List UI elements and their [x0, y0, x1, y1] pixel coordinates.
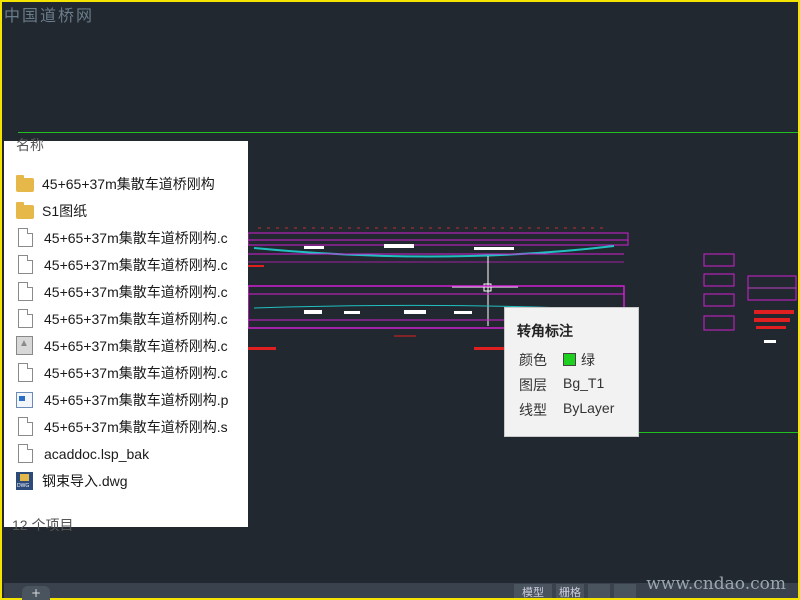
selection-line-top [18, 132, 798, 133]
document-icon [18, 309, 33, 328]
file-list: 45+65+37m集散车道桥刚构 S1图纸 45+65+37m集散车道桥刚构.c… [4, 170, 248, 494]
document-icon [18, 228, 33, 247]
list-item[interactable]: 45+65+37m集散车道桥刚构.c [4, 305, 248, 332]
list-item[interactable]: 45+65+37m集散车道桥刚构.s [4, 413, 248, 440]
list-item[interactable]: 45+65+37m集散车道桥刚构.c [4, 332, 248, 359]
grid-toggle-button[interactable]: 栅格 [556, 584, 584, 599]
list-item[interactable]: 45+65+37m集散车道桥刚构 [4, 170, 248, 197]
file-name: acaddoc.lsp_bak [44, 445, 150, 462]
add-layout-tab-button[interactable]: + [22, 586, 50, 600]
list-item[interactable]: 45+65+37m集散车道桥刚构.p [4, 386, 248, 413]
item-count: 12 个项目 [12, 517, 74, 533]
file-name: 45+65+37m集散车道桥刚构.c [44, 229, 228, 246]
document-icon [18, 363, 33, 382]
watermark-bottom: www.cndao.com [646, 574, 786, 594]
window-file-icon [16, 391, 33, 408]
list-item[interactable]: 45+65+37m集散车道桥刚构.c [4, 359, 248, 386]
color-swatch-icon [563, 353, 576, 366]
tooltip-title: 转角标注 [517, 323, 573, 339]
file-name: 45+65+37m集散车道桥刚构 [42, 175, 215, 192]
selection-line-bottom [638, 432, 798, 433]
tooltip-key: 颜色 [519, 352, 547, 368]
model-space-button[interactable]: 模型 [514, 584, 552, 599]
file-name: 45+65+37m集散车道桥刚构.c [44, 283, 228, 300]
folder-icon [16, 201, 34, 219]
bridge-elevation-drawing [247, 227, 629, 267]
tooltip-value: 绿 [581, 352, 595, 368]
list-item[interactable]: 45+65+37m集散车道桥刚构.c [4, 251, 248, 278]
file-name: 钢束导入.dwg [42, 472, 128, 489]
dwg-file-icon [16, 471, 33, 490]
name-column-header[interactable]: 名称 [16, 135, 44, 155]
tooltip-row-color: 颜色 绿 [519, 350, 595, 370]
file-name: 45+65+37m集散车道桥刚构.c [44, 364, 228, 381]
file-name: S1图纸 [42, 202, 88, 219]
document-icon [18, 444, 33, 463]
document-icon [18, 417, 33, 436]
document-icon [18, 255, 33, 274]
dimension-tooltip: 转角标注 颜色 绿 图层 Bg_T1 线型 ByLayer [504, 307, 639, 437]
snap-toggle-icon[interactable] [588, 584, 610, 598]
list-item[interactable]: 45+65+37m集散车道桥刚构.c [4, 278, 248, 305]
tooltip-value: Bg_T1 [563, 375, 605, 391]
file-name: 45+65+37m集散车道桥刚构.p [44, 391, 229, 408]
file-name: 45+65+37m集散车道桥刚构.c [44, 337, 228, 354]
tooltip-key: 图层 [519, 377, 547, 393]
watermark-top: 中国道桥网 [4, 6, 95, 25]
document-icon [18, 282, 33, 301]
file-explorer-panel: 名称 45+65+37m集散车道桥刚构 S1图纸 45+65+37m集散车道桥刚… [4, 137, 248, 533]
tooltip-value: ByLayer [563, 400, 615, 416]
list-item[interactable]: 45+65+37m集散车道桥刚构.c [4, 224, 248, 251]
tooltip-row-linetype: 线型 ByLayer [519, 400, 614, 420]
folder-icon [16, 174, 34, 192]
section-detail-drawings [703, 253, 797, 343]
tooltip-key: 线型 [519, 402, 547, 418]
file-name: 45+65+37m集散车道桥刚构.s [44, 418, 228, 435]
file-name: 45+65+37m集散车道桥刚构.c [44, 310, 228, 327]
tooltip-row-layer: 图层 Bg_T1 [519, 375, 604, 395]
ortho-toggle-icon[interactable] [614, 584, 636, 598]
image-file-icon [16, 336, 33, 355]
list-item[interactable]: 钢束导入.dwg [4, 467, 248, 494]
list-item[interactable]: acaddoc.lsp_bak [4, 440, 248, 467]
file-name: 45+65+37m集散车道桥刚构.c [44, 256, 228, 273]
list-item[interactable]: S1图纸 [4, 197, 248, 224]
